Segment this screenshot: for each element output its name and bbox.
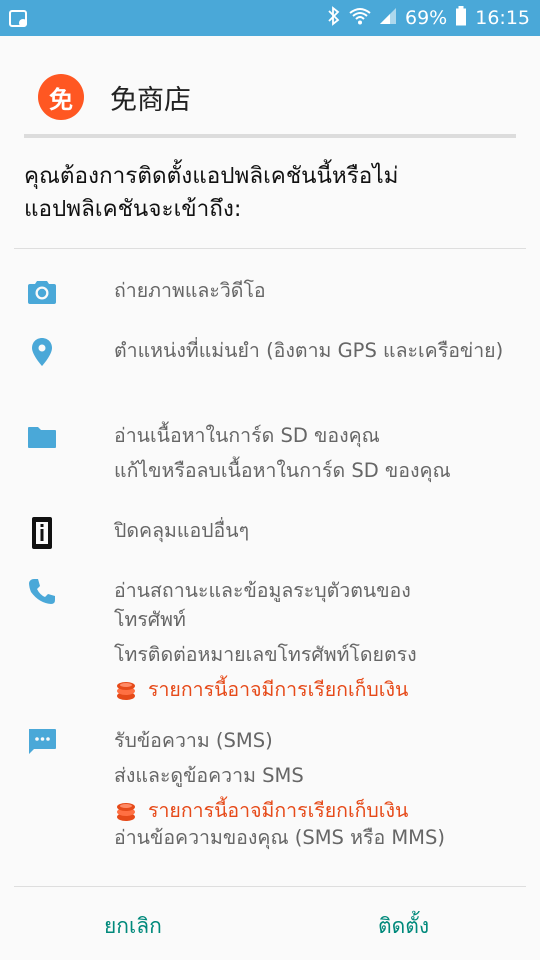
charge-warning: รายการนี้อาจมีการเรียกเก็บเงิน — [114, 675, 474, 704]
battery-icon — [455, 6, 467, 30]
bluetooth-icon — [327, 6, 341, 30]
permission-line: โทรติดต่อหมายเลขโทรศัพท์โดยตรง — [114, 643, 417, 666]
status-bar: 69% 16:15 — [0, 0, 540, 36]
signal-icon — [379, 7, 397, 29]
install-question: คุณต้องการติดตั้งแอปพลิเคชันนี้หรือไม่ แ… — [24, 163, 399, 222]
charge-warning: รายการนี้อาจมีการเรียกเก็บเงิน — [114, 796, 514, 825]
permission-line: ถ่ายภาพและวิดีโอ — [114, 279, 266, 302]
permission-line: อ่านสถานะและข้อมูลระบุตัวตนของโทรศัพท์ — [114, 579, 411, 631]
device-info-icon — [26, 516, 58, 549]
app-header: 免 免商店 — [0, 36, 540, 138]
coins-icon — [114, 799, 138, 823]
app-icon: 免 — [38, 74, 84, 120]
permission-line: ตำแหน่งที่แม่นยำ (อิงตาม GPS และเครือข่า… — [114, 339, 504, 362]
charge-text: รายการนี้อาจมีการเรียกเก็บเงิน — [148, 678, 409, 701]
permission-line: อ่านข้อความของคุณ (SMS หรือ MMS) — [114, 826, 445, 849]
install-button[interactable]: ติดตั้ง — [372, 908, 435, 944]
permission-line: อ่านเนื้อหาในการ์ด SD ของคุณ — [114, 424, 380, 447]
sms-icon — [26, 726, 58, 758]
coins-icon — [114, 678, 138, 702]
camera-icon — [26, 276, 58, 308]
permission-line: ปิดคลุมแอปอื่นๆ — [114, 519, 250, 542]
notification-icon — [8, 8, 30, 34]
folder-icon — [26, 421, 58, 453]
phone-icon — [26, 576, 58, 608]
header-divider — [24, 134, 516, 138]
bottom-divider — [14, 886, 526, 887]
app-name: 免商店 — [110, 85, 191, 116]
wifi-icon — [349, 7, 371, 29]
charge-text: รายการนี้อาจมีการเรียกเก็บเงิน — [148, 799, 409, 822]
cancel-button[interactable]: ยกเลิก — [98, 908, 168, 944]
permission-line: ส่งและดูข้อความ SMS — [114, 764, 304, 787]
clock: 16:15 — [475, 7, 530, 29]
permission-line: แก้ไขหรือลบเนื้อหาในการ์ด SD ของคุณ — [114, 459, 451, 482]
battery-percent: 69% — [405, 7, 448, 29]
top-divider — [14, 248, 526, 249]
location-icon — [26, 336, 58, 368]
permission-line: รับข้อความ (SMS) — [114, 729, 273, 752]
